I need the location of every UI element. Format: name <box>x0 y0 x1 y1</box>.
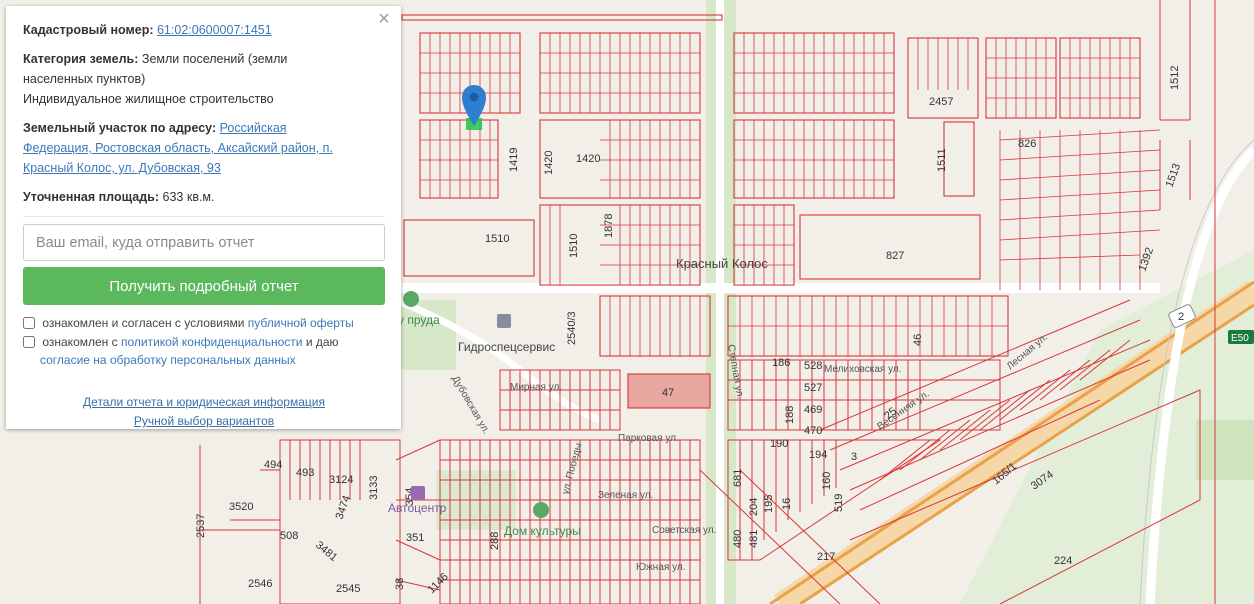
parcel-188: 188 <box>784 406 796 424</box>
street-sovetskaya: Советская ул. <box>652 525 716 536</box>
parcel-519: 519 <box>833 494 845 512</box>
svg-text:Автоцентр: Автоцентр <box>388 501 447 515</box>
parcel-195: 195 <box>763 495 775 513</box>
category-value-2: населенных пунктов) <box>23 72 146 86</box>
parcel-1510a: 1510 <box>485 233 509 245</box>
svg-text:Дом культуры: Дом культуры <box>504 524 581 538</box>
address-link-3[interactable]: Красный Колос, ул. Дубовская, 93 <box>23 161 221 175</box>
consent-privacy-text-a: ознакомлен с <box>42 335 118 349</box>
parcel-481: 481 <box>748 530 760 548</box>
parcel-194: 194 <box>809 449 827 461</box>
svg-text:2: 2 <box>1178 311 1184 323</box>
public-offer-link[interactable]: публичной оферты <box>248 316 354 330</box>
parcel-47: 47 <box>662 387 674 399</box>
consent-privacy-checkbox[interactable] <box>23 336 35 348</box>
consent-offer-text: ознакомлен и согласен с условиями <box>42 316 245 330</box>
category-value-1: Земли поселений (земли <box>141 52 288 66</box>
parcel-527: 527 <box>804 382 822 394</box>
building-icon <box>497 314 511 328</box>
parcel-508: 508 <box>280 530 298 542</box>
area-value: 633 кв.м. <box>162 190 215 204</box>
parcel-46: 46 <box>912 334 924 346</box>
parcel-2540: 2540/3 <box>566 311 578 345</box>
parcel-469: 469 <box>804 404 822 416</box>
consent-privacy-row: ознакомлен с политикой конфиденциальност… <box>23 333 385 369</box>
privacy-policy-link[interactable]: политикой конфиденциальности <box>121 335 302 349</box>
parcel-493: 493 <box>296 467 314 479</box>
parcel-204: 204 <box>748 498 760 516</box>
category-label: Категория земель: <box>23 52 139 66</box>
personal-data-link[interactable]: согласие на обработку персональных данны… <box>40 353 296 367</box>
parcel-826: 826 <box>1018 138 1036 150</box>
parcel-2537: 2537 <box>195 514 207 538</box>
svg-text:Гидроспецсервис: Гидроспецсервис <box>458 340 555 354</box>
place-label: Красный Колос <box>676 256 768 271</box>
address-link-1[interactable]: Российская <box>220 121 287 135</box>
parcel-2457: 2457 <box>929 96 953 108</box>
parcel-480: 480 <box>732 530 744 548</box>
parcel-3: 3 <box>851 451 857 463</box>
parcel-827: 827 <box>886 250 904 262</box>
address-row: Земельный участок по адресу: Российская … <box>23 118 385 178</box>
manual-selection-link[interactable]: Ручной выбор вариантов <box>134 414 274 428</box>
address-link-2[interactable]: Федерация, Ростовская область, Аксайский… <box>23 141 333 155</box>
car-service-icon <box>411 486 425 500</box>
street-zelenaya: Зеленая ул. <box>598 490 653 501</box>
svg-text:Е50: Е50 <box>1231 333 1249 344</box>
parcel-info-panel: × Кадастровый номер: 61:02:0600007:1451 … <box>6 6 401 429</box>
parcel-2546: 2546 <box>248 578 272 590</box>
parcel-1511: 1511 <box>936 148 948 172</box>
street-yuzhnaya: Южная ул. <box>636 562 685 573</box>
cadastral-number-row: Кадастровый номер: 61:02:0600007:1451 <box>23 20 385 40</box>
cadastral-label: Кадастровый номер: <box>23 23 154 37</box>
parcel-1510b: 1510 <box>568 234 580 258</box>
parcel-2545: 2545 <box>336 583 360 595</box>
parcel-3520: 3520 <box>229 501 253 513</box>
parcel-217: 217 <box>817 551 835 563</box>
report-details-link[interactable]: Детали отчета и юридическая информация <box>83 395 325 409</box>
svg-text:у пруда: у пруда <box>398 313 440 327</box>
footer-links: Детали отчета и юридическая информация Р… <box>23 393 385 431</box>
area-row: Уточненная площадь: 633 кв.м. <box>23 187 385 207</box>
parcel-160: 160 <box>821 472 833 490</box>
parcel-1420a: 1420 <box>543 151 555 175</box>
street-parkovaya: Парковая ул. <box>618 433 679 444</box>
close-icon[interactable]: × <box>375 9 393 29</box>
pond-icon <box>403 291 419 307</box>
category-value-3: Индивидуальное жилищное строительство <box>23 92 274 106</box>
parcel-38: 38 <box>394 578 406 590</box>
parcel-1878: 1878 <box>603 214 615 238</box>
parcel-681: 681 <box>732 469 744 487</box>
land-category-row: Категория земель: Земли поселений (земли… <box>23 49 385 109</box>
consent-offer-checkbox[interactable] <box>23 317 35 329</box>
road-badge-e50: Е50 <box>1228 330 1254 344</box>
divider <box>23 216 385 217</box>
get-report-button[interactable]: Получить подробный отчет <box>23 267 385 305</box>
parcel-470: 470 <box>804 425 822 437</box>
parcel-1512: 1512 <box>1169 66 1181 90</box>
parcel-224: 224 <box>1054 555 1072 567</box>
parcel-494: 494 <box>264 459 282 471</box>
cadastral-number-link[interactable]: 61:02:0600007:1451 <box>157 23 272 37</box>
field-green <box>1196 420 1254 480</box>
parcel-288: 288 <box>489 532 501 550</box>
street-melikhovskaya: Мелиховская ул. <box>824 364 902 375</box>
address-label: Земельный участок по адресу: <box>23 121 217 135</box>
street-mirnaya: Мирная ул. <box>510 382 562 393</box>
email-input[interactable] <box>23 224 385 261</box>
parcel-1420b: 1420 <box>576 153 600 165</box>
parcel-1419: 1419 <box>508 148 520 172</box>
consent-offer-row: ознакомлен и согласен с условиями публич… <box>23 314 385 332</box>
parcel-3124: 3124 <box>329 474 353 486</box>
culture-icon <box>533 502 549 518</box>
consent-privacy-text-b: и даю <box>305 335 339 349</box>
parcel-528: 528 <box>804 360 822 372</box>
parcel-186: 186 <box>772 357 790 369</box>
parcel-190: 190 <box>770 438 788 450</box>
parcel-351: 351 <box>406 532 424 544</box>
area-label: Уточненная площадь: <box>23 190 160 204</box>
parcel-3133: 3133 <box>368 476 380 500</box>
parcel-16: 16 <box>781 498 793 510</box>
